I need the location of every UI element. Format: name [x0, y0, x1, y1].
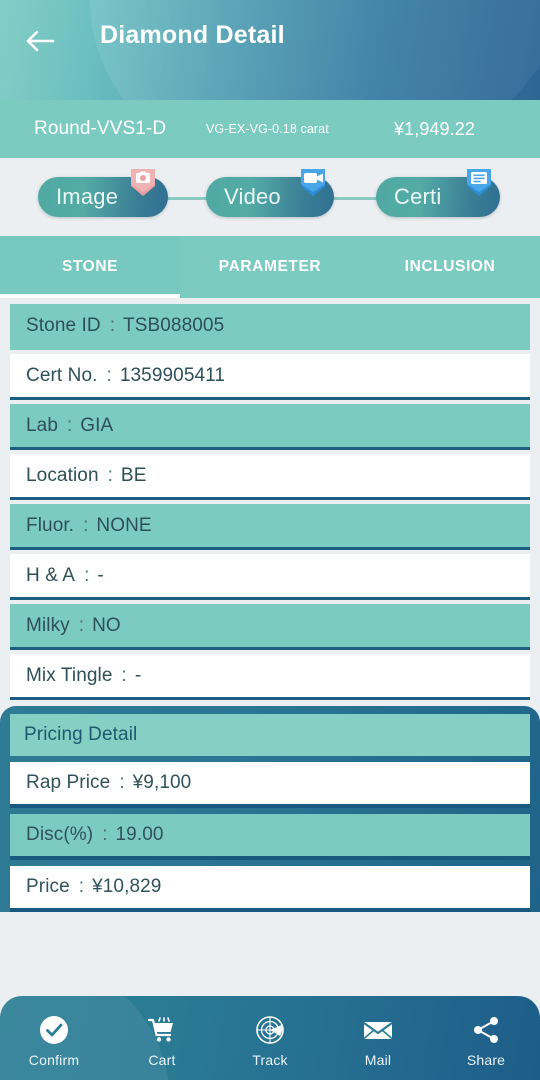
- row-separator: :: [78, 876, 85, 897]
- table-row: Location : BE: [10, 454, 530, 500]
- row-label: Mix Tingle: [26, 664, 113, 686]
- table-row: H & A : -: [10, 554, 530, 600]
- nav-item-cart[interactable]: Cart: [108, 996, 216, 1080]
- tab-stone[interactable]: STONE: [0, 236, 180, 298]
- row-separator: :: [83, 514, 89, 536]
- row-value: ¥10,829: [92, 876, 162, 897]
- pricing-detail-card: Pricing Detail Rap Price : ¥9,100 Disc(%…: [0, 706, 540, 912]
- nav-item-confirm[interactable]: Confirm: [0, 996, 108, 1080]
- row-label: Lab: [26, 414, 59, 436]
- row-value: NO: [92, 614, 121, 636]
- nav-label-share: Share: [466, 1051, 506, 1068]
- media-button-video[interactable]: Video: [206, 177, 334, 217]
- tab-inclusion[interactable]: INCLUSION: [360, 236, 540, 298]
- header-decor-shape: [90, 0, 540, 100]
- diamond-name: Round-VVS1-D: [34, 118, 167, 139]
- tab-stone-label: STONE: [61, 258, 119, 275]
- row-value: GIA: [80, 414, 114, 436]
- nav-label-cart: Cart: [148, 1051, 176, 1068]
- detail-tabs: STONE PARAMETER INCLUSION: [0, 236, 540, 298]
- table-row: Cert No. : 1359905411: [10, 354, 530, 400]
- nav-label-mail: Mail: [364, 1051, 392, 1068]
- check-circle-icon: [38, 1013, 70, 1047]
- row-label: Location: [26, 464, 99, 486]
- pricing-detail-title: Pricing Detail: [10, 714, 530, 756]
- row-value: 1359905411: [119, 364, 226, 386]
- tab-parameter[interactable]: PARAMETER: [180, 236, 360, 298]
- table-row: Rap Price : ¥9,100: [10, 762, 530, 808]
- table-row: Mix Tingle : -: [10, 654, 530, 700]
- pricing-detail-title-label: Pricing Detail: [24, 724, 138, 745]
- diamond-price: ¥1,949.22: [394, 118, 475, 139]
- table-row: Price : ¥10,829: [10, 866, 530, 912]
- row-separator: :: [67, 414, 73, 436]
- diamond-summary-bar: Round-VVS1-D VG-EX-VG-0.18 carat ¥1,949.…: [0, 100, 540, 158]
- app-header: Diamond Detail: [0, 0, 540, 100]
- row-value: BE: [120, 464, 147, 486]
- media-toggle-row: Image Video Certi: [0, 158, 540, 236]
- page-title: Diamond Detail: [100, 21, 285, 49]
- media-label-video: Video: [224, 184, 281, 209]
- shopping-cart-icon: [146, 1013, 178, 1047]
- table-row: Disc(%) : 19.00: [10, 814, 530, 860]
- arrow-left-icon: [26, 29, 56, 53]
- diamond-spec: VG-EX-VG-0.18 carat: [206, 122, 329, 136]
- diamond-detail-screen: Diamond Detail Round-VVS1-D VG-EX-VG-0.1…: [0, 0, 540, 1080]
- row-separator: :: [107, 464, 113, 486]
- nav-item-share[interactable]: Share: [432, 996, 540, 1080]
- row-label: Stone ID: [26, 314, 101, 336]
- nav-item-track[interactable]: Track: [216, 996, 324, 1080]
- table-row: Stone ID : TSB088005: [10, 304, 530, 350]
- row-separator: :: [109, 314, 116, 336]
- header-decor-shape-back: [0, 0, 540, 100]
- row-separator: :: [102, 824, 108, 845]
- stone-detail-list: Stone ID : TSB088005 Cert No. : 13599054…: [0, 298, 540, 700]
- row-label: Rap Price: [26, 772, 111, 793]
- envelope-icon: [361, 1013, 395, 1047]
- media-button-image[interactable]: Image: [38, 177, 168, 217]
- row-value: -: [97, 564, 104, 586]
- row-value: ¥9,100: [132, 772, 192, 793]
- back-button[interactable]: [20, 20, 62, 62]
- tab-parameter-label: PARAMETER: [218, 258, 322, 275]
- row-label: H & A: [26, 564, 76, 586]
- table-row: Milky : NO: [10, 604, 530, 650]
- row-value: -: [134, 664, 142, 686]
- nav-label-confirm: Confirm: [28, 1051, 80, 1068]
- row-value: TSB088005: [123, 314, 225, 336]
- media-button-certi[interactable]: Certi: [376, 177, 500, 217]
- row-separator: :: [106, 364, 112, 386]
- table-row: Lab : GIA: [10, 404, 530, 450]
- row-separator: :: [84, 564, 90, 586]
- nav-item-mail[interactable]: Mail: [324, 996, 432, 1080]
- row-separator: :: [78, 614, 85, 636]
- row-label: Disc(%): [26, 824, 94, 845]
- radar-target-icon: [254, 1013, 286, 1047]
- media-connector-line-2: [330, 197, 382, 200]
- tab-inclusion-label: INCLUSION: [404, 258, 496, 275]
- share-nodes-icon: [470, 1013, 502, 1047]
- table-row: Fluor. : NONE: [10, 504, 530, 550]
- row-separator: :: [119, 772, 125, 793]
- nav-label-track: Track: [252, 1051, 288, 1068]
- bottom-navigation-bar: Confirm Cart Track Mail Share: [0, 996, 540, 1080]
- media-label-image: Image: [56, 184, 119, 209]
- row-separator: :: [121, 664, 127, 686]
- row-label: Fluor.: [26, 514, 75, 536]
- row-value: 19.00: [115, 824, 164, 845]
- media-label-certi: Certi: [394, 184, 442, 209]
- row-label: Milky: [26, 614, 70, 636]
- row-label: Price: [26, 876, 70, 897]
- row-value: NONE: [96, 514, 152, 536]
- row-label: Cert No.: [26, 364, 98, 386]
